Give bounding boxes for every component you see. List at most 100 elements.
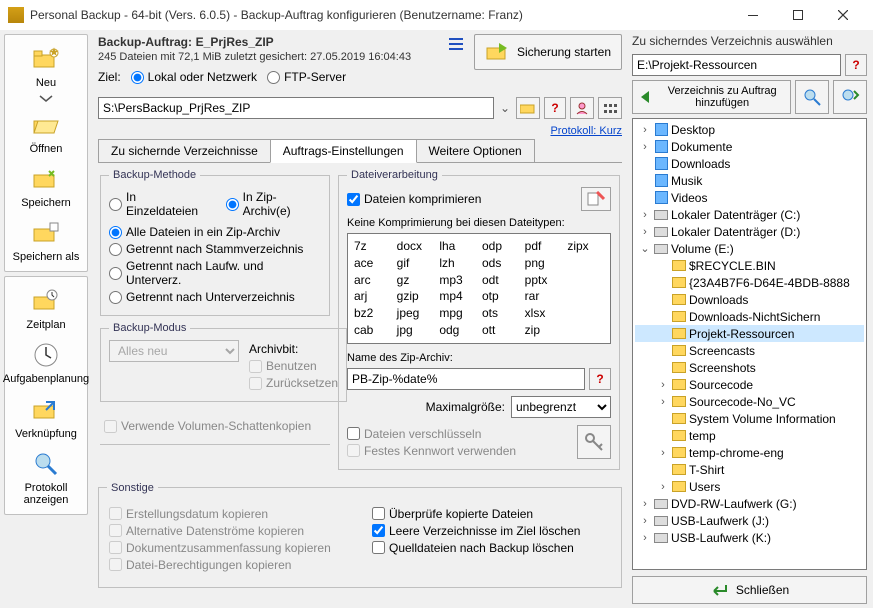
tree-row[interactable]: temp (635, 427, 864, 444)
tree-row[interactable]: T-Shirt (635, 461, 864, 478)
tree-twisty[interactable]: › (639, 498, 651, 510)
tree-twisty[interactable]: › (657, 447, 669, 459)
misc-check[interactable]: Leere Verzeichnisse im Ziel löschen (372, 524, 611, 538)
tree-icon (671, 293, 687, 307)
method-single[interactable]: In Einzeldateien (109, 190, 208, 218)
tree-icon (671, 480, 687, 494)
tree-row[interactable]: › Lokaler Datenträger (C:) (635, 206, 864, 223)
sidebar-taskplan[interactable]: Aufgabenplanung (7, 337, 85, 387)
tree-row[interactable]: Downloads (635, 155, 864, 172)
maxsize-select[interactable]: unbegrenzt (511, 396, 611, 418)
target-local-radio[interactable]: Lokal oder Netzwerk (131, 70, 257, 84)
protocol-link[interactable]: Protokoll: Kurz (550, 125, 622, 137)
key-button[interactable] (577, 425, 611, 459)
close-dialog-button[interactable]: Schließen (632, 576, 867, 604)
tree-label: Volume (E:) (671, 242, 734, 256)
tree-row[interactable]: › Sourcecode (635, 376, 864, 393)
method-zip[interactable]: In Zip-Archiv(e) (226, 190, 321, 218)
browse-button[interactable] (516, 97, 540, 119)
tree-path-input[interactable] (632, 54, 841, 76)
compress-checkbox[interactable]: Dateien komprimieren (347, 192, 481, 206)
user-button[interactable] (570, 97, 594, 119)
dropdown-icon[interactable]: ⌄ (498, 101, 512, 115)
sidebar-open[interactable]: Öffnen (7, 107, 85, 157)
tree-row[interactable]: Downloads (635, 291, 864, 308)
sidebar-save-as[interactable]: Speichern als (7, 215, 85, 265)
edit-types-button[interactable] (581, 187, 611, 211)
tab-dirs[interactable]: Zu sichernde Verzeichnisse (98, 139, 271, 162)
tree-row[interactable]: Screenshots (635, 359, 864, 376)
tree-twisty[interactable]: › (657, 481, 669, 493)
tree-icon (671, 429, 687, 443)
method-subdir[interactable]: Getrennt nach Unterverzeichnis (109, 290, 321, 304)
start-backup-button[interactable]: Sicherung starten (474, 34, 622, 70)
filetype-cell: arc (354, 272, 391, 289)
tree-row[interactable]: $RECYCLE.BIN (635, 257, 864, 274)
zip-name-input[interactable] (347, 368, 585, 390)
minimize-button[interactable] (730, 0, 775, 30)
tree-row[interactable]: › DVD-RW-Laufwerk (G:) (635, 495, 864, 512)
tree-row[interactable]: ⌄ Volume (E:) (635, 240, 864, 257)
tree-twisty[interactable]: › (639, 226, 651, 238)
tree-panel: Zu sicherndes Verzeichnis auswählen ? Ve… (628, 30, 873, 608)
zip-name-help[interactable]: ? (589, 368, 611, 390)
method-allzip[interactable]: Alle Dateien in ein Zip-Archiv (109, 225, 321, 239)
tree-twisty[interactable]: › (639, 124, 651, 136)
tree-twisty[interactable]: › (639, 532, 651, 544)
tree-twisty[interactable]: › (657, 396, 669, 408)
misc-check[interactable]: Überprüfe kopierte Dateien (372, 507, 611, 521)
tree-row[interactable]: System Volume Information (635, 410, 864, 427)
hamburger-menu-icon[interactable] (446, 34, 466, 54)
tree-twisty[interactable]: ⌄ (639, 242, 651, 255)
method-root[interactable]: Getrennt nach Stammverzeichnis (109, 242, 321, 256)
sidebar-protocol[interactable]: Protokoll anzeigen (7, 446, 85, 508)
tree-row[interactable]: › Users (635, 478, 864, 495)
misc-check[interactable]: Quelldateien nach Backup löschen (372, 541, 611, 555)
sidebar-shortcut[interactable]: Verknüpfung (7, 392, 85, 442)
tree-row[interactable]: Musik (635, 172, 864, 189)
tree-search-button[interactable] (795, 80, 829, 114)
tree-twisty[interactable]: › (639, 515, 651, 527)
tab-settings[interactable]: Auftrags-Einstellungen (270, 139, 417, 163)
tree-row[interactable]: › Sourcecode-No_VC (635, 393, 864, 410)
sidebar-save[interactable]: Speichern (7, 161, 85, 211)
tree-twisty[interactable]: › (639, 209, 651, 221)
tree-label: DVD-RW-Laufwerk (G:) (671, 497, 797, 511)
window-title: Personal Backup - 64-bit (Vers. 6.0.5) -… (30, 8, 730, 22)
close-button[interactable] (820, 0, 865, 30)
tree-row[interactable]: Screencasts (635, 342, 864, 359)
tree-twisty[interactable]: › (639, 141, 651, 153)
method-drive[interactable]: Getrennt nach Laufw. und Unterverz. (109, 259, 321, 287)
settings-icon-button[interactable] (598, 97, 622, 119)
sidebar-schedule[interactable]: Zeitplan (7, 283, 85, 333)
tree-row[interactable]: › Dokumente (635, 138, 864, 155)
filetype-cell: ace (354, 255, 391, 272)
backup-mode-group: Backup-Modus Alles neu Archivbit: Benutz… (100, 322, 347, 402)
tab-more[interactable]: Weitere Optionen (416, 139, 535, 162)
tree-icon (671, 310, 687, 324)
tree-twisty[interactable]: › (657, 379, 669, 391)
tree-row[interactable]: › Desktop (635, 121, 864, 138)
encrypt-checkbox[interactable]: Dateien verschlüsseln (347, 427, 569, 441)
tree-row[interactable]: Downloads-NichtSichern (635, 308, 864, 325)
tree-row[interactable]: › USB-Laufwerk (K:) (635, 529, 864, 546)
tree-help[interactable]: ? (845, 54, 867, 76)
tree-refresh-button[interactable] (833, 80, 867, 114)
directory-tree[interactable]: › Desktop › Dokumente Downloads Musik Vi… (632, 118, 867, 570)
tree-row[interactable]: {23A4B7F6-D64E-4BDB-8888 (635, 274, 864, 291)
no-compress-label: Keine Komprimierung bei diesen Dateitype… (347, 217, 611, 229)
tree-row[interactable]: Projekt-Ressourcen (635, 325, 864, 342)
add-dir-button[interactable]: Verzeichnis zu Auftrag hinzufügen (632, 80, 791, 114)
tree-row[interactable]: › temp-chrome-eng (635, 444, 864, 461)
target-path-input[interactable] (98, 97, 494, 119)
tree-row[interactable]: Videos (635, 189, 864, 206)
target-ftp-radio[interactable]: FTP-Server (267, 70, 346, 84)
tree-row[interactable]: › Lokaler Datenträger (D:) (635, 223, 864, 240)
sidebar-new[interactable]: ★Neu (7, 41, 85, 91)
filetype-cell: pdf (525, 238, 562, 255)
filetype-cell: mp3 (439, 272, 476, 289)
filetype-cell: odg (439, 322, 476, 339)
help-button[interactable]: ? (544, 97, 566, 119)
maximize-button[interactable] (775, 0, 820, 30)
tree-row[interactable]: › USB-Laufwerk (J:) (635, 512, 864, 529)
